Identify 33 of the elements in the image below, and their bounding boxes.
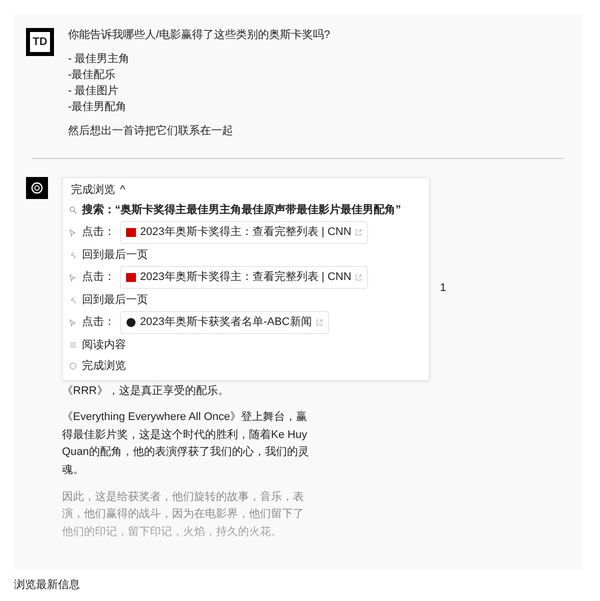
caret-icon: ^ xyxy=(120,182,126,199)
browsing-toggle[interactable]: 完成浏览 ^ xyxy=(69,182,126,200)
answer-paragraph: 《Everything Everywhere All Once》登上舞台，赢得最佳影片奖，这是这个时代的胜利，随着Ke Huy Quan的配角，他的表演俘获了我们的心，我们的灵魂。 xyxy=(62,410,310,478)
back-icon xyxy=(69,296,77,304)
lines-icon xyxy=(69,341,77,350)
message-text: 然后想出一首诗把它们联系在一起 xyxy=(68,124,234,139)
step-label: 回到最后一页 xyxy=(82,292,148,308)
cursor-icon xyxy=(69,274,77,282)
circle-icon xyxy=(69,362,77,370)
cursor-icon xyxy=(69,228,77,237)
search-query: 搜索：“奥斯卡奖得主最佳男主角最佳原声带最佳影片最佳男配角” xyxy=(82,202,401,218)
back-icon xyxy=(69,251,77,260)
message-text: 你能告诉我哪些人/电影赢得了这些类别的奥斯卡奖吗? xyxy=(68,28,332,43)
source-link[interactable]: 2023年奥斯卡奖得主：查看完整列表 | CNN xyxy=(120,221,368,244)
step-label: 完成浏览 xyxy=(82,358,126,374)
message-text: - 最佳男主角 -最佳配乐 - 最佳图片 -最佳男配角 xyxy=(68,52,131,115)
step-label: 回到最后一页 xyxy=(82,248,148,263)
partial-text: 1 xyxy=(440,280,446,296)
step-label: 点击： xyxy=(82,314,115,330)
answer-paragraph: 因此，这是给获奖者，他们旋转的故事，音乐，表演，他们赢得的战斗，因为在电影界，他们留下了他们的印记，留下印记，火焰，持久的火花。 xyxy=(62,490,305,540)
step-label: 点击： xyxy=(82,224,115,240)
step-label: 阅读内容 xyxy=(82,338,126,353)
external-link-icon xyxy=(316,319,323,326)
caption: 浏览最新信息 xyxy=(14,578,81,593)
user-avatar: TD xyxy=(26,28,54,56)
cursor-icon xyxy=(69,318,77,327)
search-icon xyxy=(69,206,77,214)
source-link[interactable]: 2023年奥斯卡奖得主：查看完整列表 | CNN xyxy=(120,266,368,289)
answer-paragraph: 《RRR》，这是真正享受的配乐。 xyxy=(62,384,230,399)
external-link-icon xyxy=(355,274,362,282)
source-link[interactable]: 2023年奥斯卡获奖者名单-ABC新闻 xyxy=(120,311,329,334)
external-link-icon xyxy=(355,229,362,236)
step-label: 点击： xyxy=(82,270,115,286)
